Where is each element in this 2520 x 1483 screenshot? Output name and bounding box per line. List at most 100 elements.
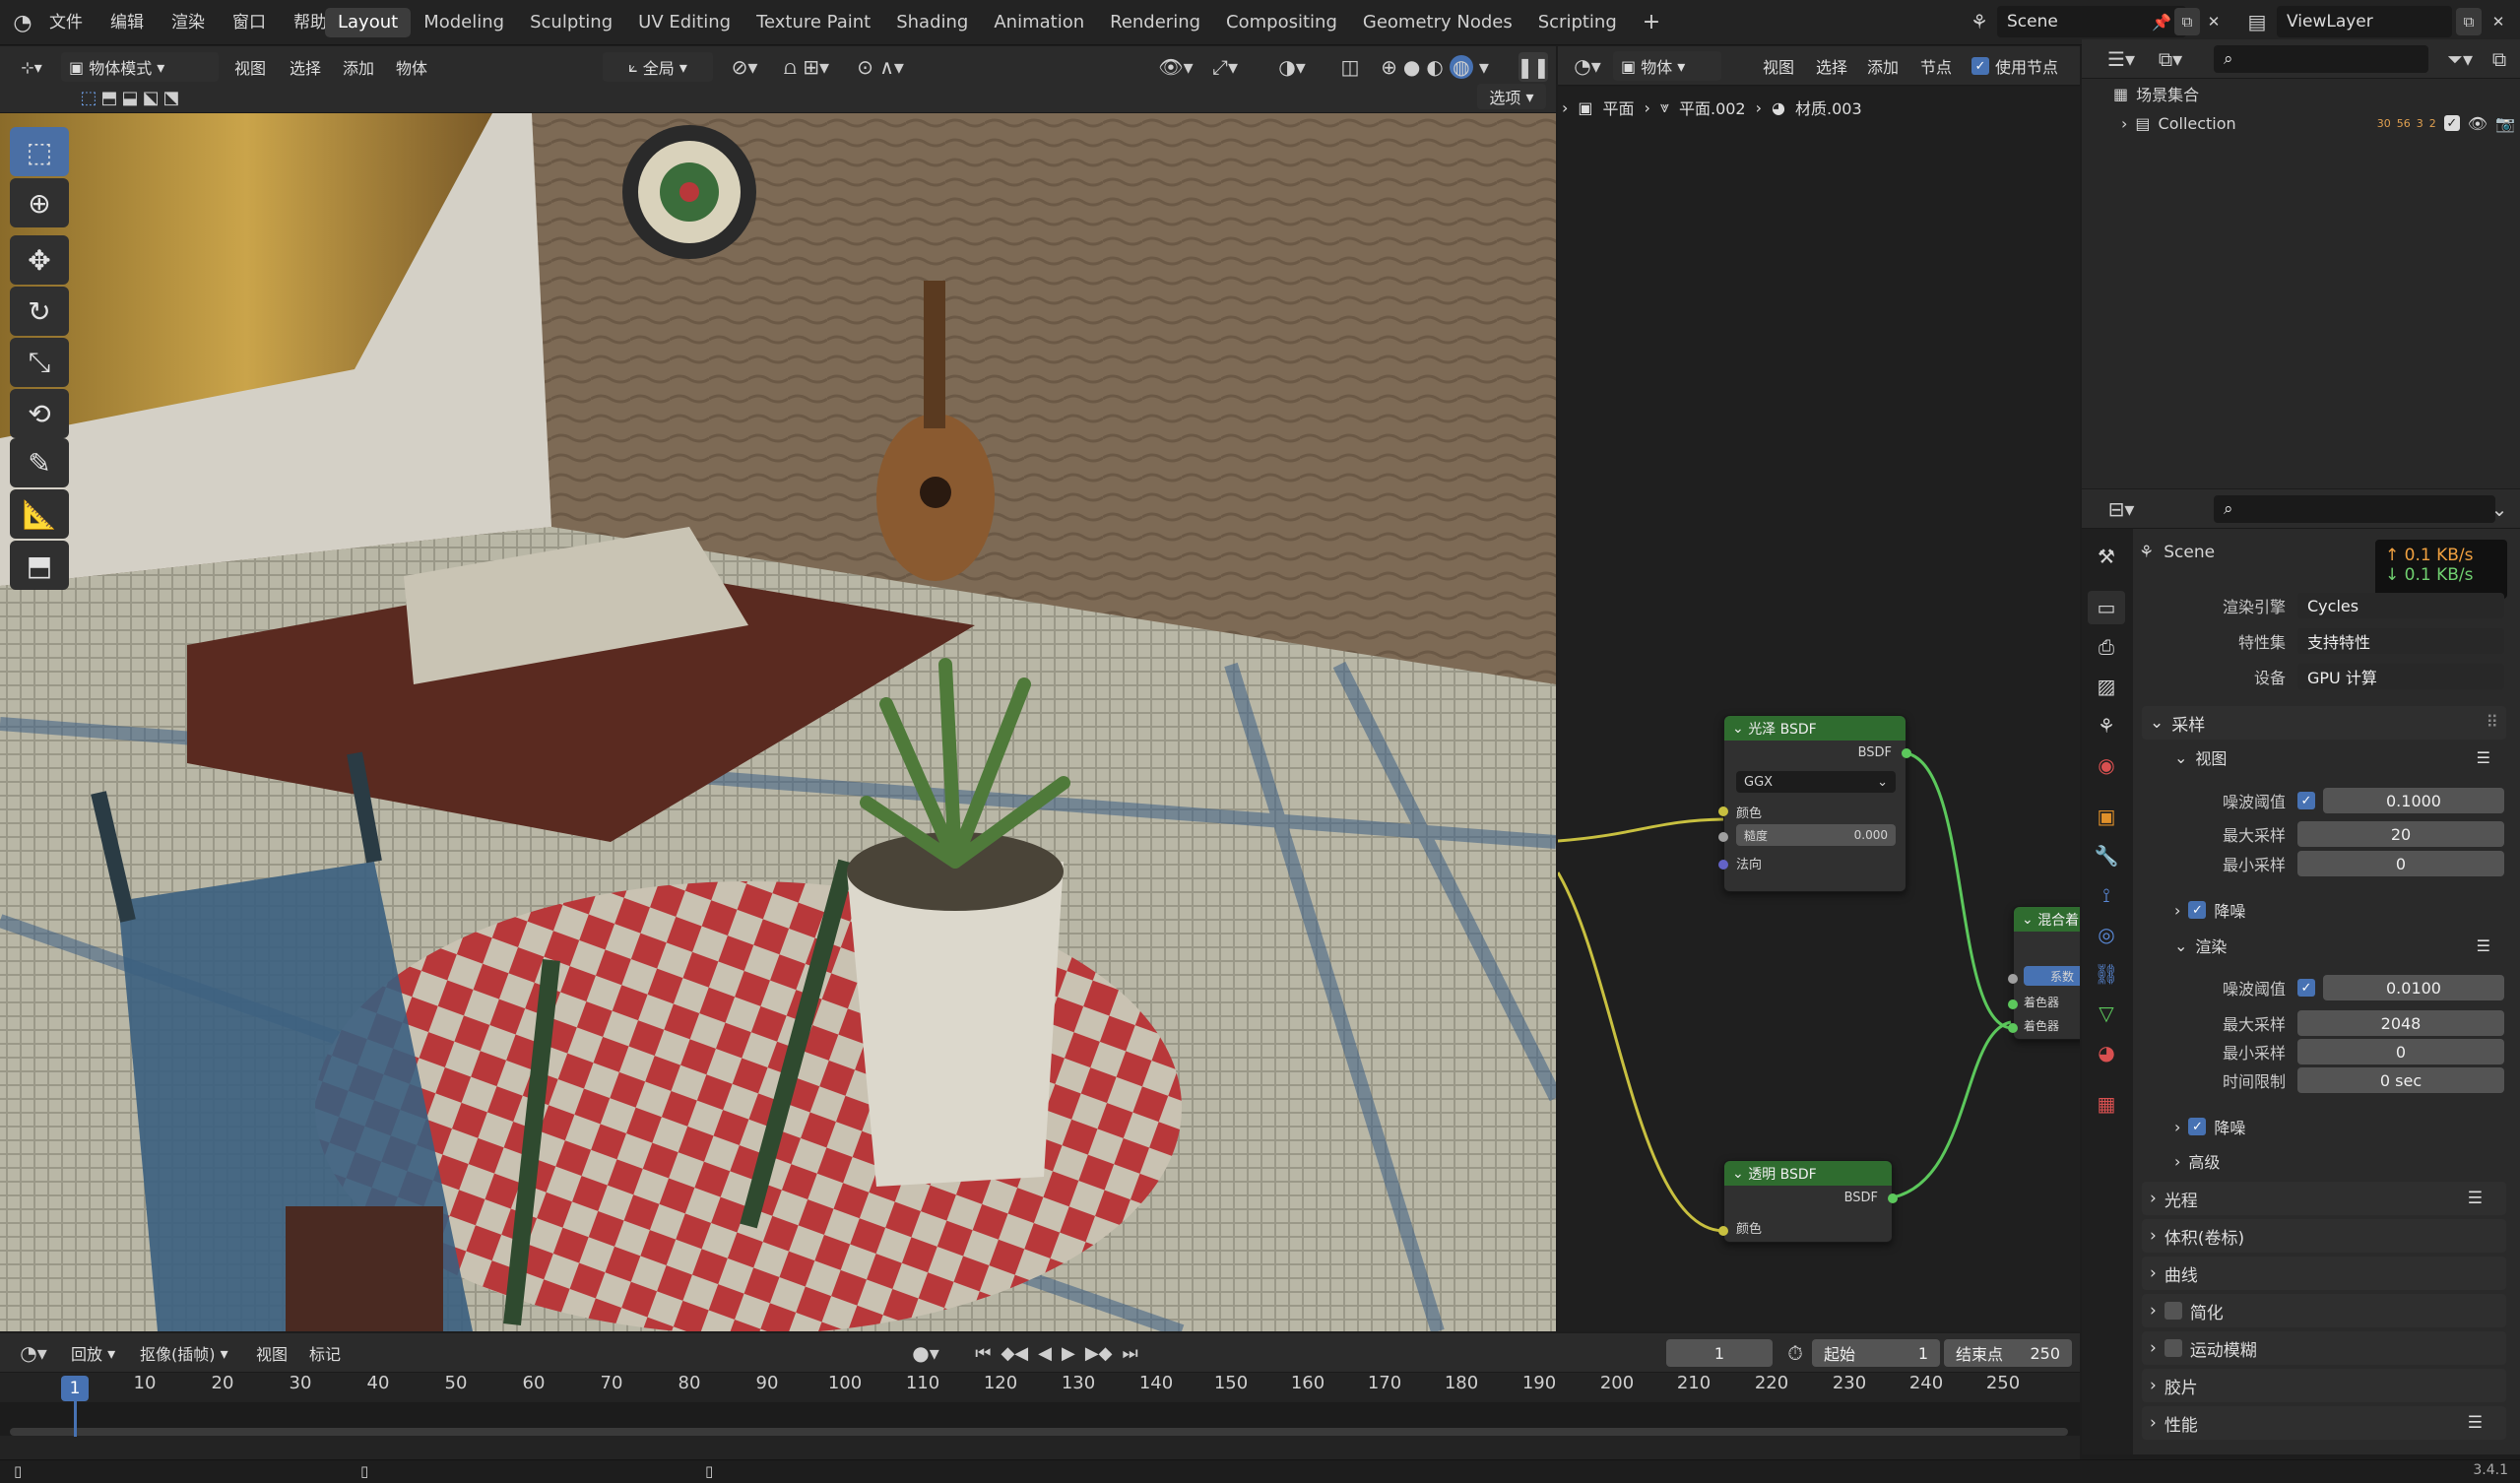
- delete-view-layer-icon[interactable]: ✕: [2486, 8, 2511, 35]
- vp-noise-field[interactable]: 0.1000: [2323, 788, 2504, 813]
- menu-window[interactable]: 窗口: [219, 0, 280, 45]
- exclude-checkbox[interactable]: ✓: [2443, 115, 2460, 131]
- prev-keyframe-icon[interactable]: ◆◀: [1001, 1343, 1028, 1364]
- expand-icon[interactable]: ›: [2121, 114, 2127, 133]
- outliner-type-icon[interactable]: ☰▾: [2101, 45, 2141, 73]
- simplify-checkbox[interactable]: [2164, 1302, 2182, 1320]
- tab-rendering[interactable]: Rendering: [1097, 8, 1213, 37]
- r-noise-field[interactable]: 0.0100: [2323, 975, 2504, 1000]
- menu-edit[interactable]: 编辑: [97, 0, 158, 45]
- chevron-down-icon[interactable]: ⌄: [2486, 495, 2513, 523]
- list-icon[interactable]: ☰: [2468, 1413, 2506, 1433]
- new-scene-icon[interactable]: ⧉: [2174, 8, 2200, 35]
- scale-tool[interactable]: ⤡: [10, 338, 69, 387]
- roughness-input-socket[interactable]: [1718, 832, 1728, 842]
- tab-compositing[interactable]: Compositing: [1213, 8, 1350, 37]
- playhead-frame[interactable]: 1: [61, 1376, 89, 1401]
- xray-icon[interactable]: ◫: [1335, 52, 1365, 82]
- current-frame-field[interactable]: 1: [1666, 1339, 1773, 1367]
- mix-node-header[interactable]: ⌄ 混合着: [2014, 907, 2080, 932]
- gizmo-icon[interactable]: ⤢▾: [1203, 52, 1247, 82]
- tab-geometry-nodes[interactable]: Geometry Nodes: [1350, 8, 1525, 37]
- viewport-subpanel-header[interactable]: ⌄ 视图 ☰: [2166, 742, 2506, 773]
- tab-scripting[interactable]: Scripting: [1525, 8, 1630, 37]
- tab-modeling[interactable]: Modeling: [411, 8, 517, 37]
- filter-icon[interactable]: ⏷▾: [2440, 45, 2480, 73]
- delete-scene-icon[interactable]: ✕: [2202, 8, 2226, 35]
- device-dropdown[interactable]: GPU 计算: [2297, 664, 2504, 689]
- node-editor-canvas[interactable]: › ▣ 平面 › ⩔ 平面.002 › ◕ 材质.003 ⌄ 光泽 BSDF B…: [1558, 87, 2080, 1331]
- rendered-shading-icon[interactable]: ◍: [1449, 55, 1473, 79]
- r-min-field[interactable]: 0: [2297, 1039, 2504, 1064]
- transparent-output-socket[interactable]: [1888, 1193, 1898, 1203]
- timeline-menu-view[interactable]: 视图: [256, 1339, 288, 1367]
- keying-dropdown[interactable]: 抠像(插帧) ▾: [140, 1339, 228, 1367]
- viewport-menu-view[interactable]: 视图: [234, 52, 266, 82]
- properties-search-input[interactable]: ⌕: [2214, 495, 2495, 523]
- pin-icon[interactable]: 📌: [2147, 6, 2176, 37]
- annotate-tool[interactable]: ✎: [10, 438, 69, 487]
- playback-dropdown[interactable]: 回放 ▾: [71, 1339, 115, 1367]
- tab-texture-paint[interactable]: Texture Paint: [743, 8, 883, 37]
- transform-tool[interactable]: ⟲: [10, 389, 69, 438]
- glossy-bsdf-node[interactable]: ⌄ 光泽 BSDF BSDF GGX ⌄ 颜色 糙度 0.000 法向: [1718, 715, 1911, 892]
- new-view-layer-icon[interactable]: ⧉: [2456, 8, 2482, 35]
- properties-type-icon[interactable]: ⊟▾: [2101, 495, 2141, 523]
- outliner-search-input[interactable]: ⌕: [2214, 45, 2428, 73]
- select-subtract-icon[interactable]: ⬓: [121, 88, 138, 108]
- menu-file[interactable]: 文件: [35, 0, 97, 45]
- texture-tab-icon[interactable]: ▦: [2088, 1087, 2125, 1121]
- constraints-tab-icon[interactable]: ⛓: [2088, 957, 2125, 991]
- use-nodes-checkbox[interactable]: ✓: [1971, 57, 1989, 75]
- sampling-panel-header[interactable]: ⌄ 采样 ⠿: [2142, 706, 2506, 740]
- collection-row[interactable]: › ▤ Collection 30 56 3 2 ✓ 👁 📷: [2121, 108, 2515, 138]
- transparent-bsdf-node[interactable]: ⌄ 透明 BSDF BSDF 颜色: [1718, 1160, 1898, 1243]
- jump-start-icon[interactable]: ⏮: [975, 1343, 991, 1364]
- film-panel[interactable]: › 胶片: [2142, 1369, 2506, 1402]
- object-tab-icon[interactable]: ▣: [2088, 800, 2125, 833]
- tab-animation[interactable]: Animation: [981, 8, 1097, 37]
- shading-options-icon[interactable]: ▾: [1479, 55, 1489, 79]
- select-intersect-icon[interactable]: ⬔: [163, 88, 180, 108]
- transparent-node-header[interactable]: ⌄ 透明 BSDF: [1724, 1161, 1892, 1186]
- node-menu-select[interactable]: 选择: [1816, 51, 1847, 81]
- overlay-icon[interactable]: ◑▾: [1270, 52, 1314, 82]
- timeline-type-icon[interactable]: ◔▾: [12, 1339, 55, 1367]
- list-icon[interactable]: ☰: [2468, 1189, 2506, 1208]
- scene-icon[interactable]: ⚘: [1960, 6, 1999, 37]
- cursor-tool[interactable]: ⊕: [10, 178, 69, 227]
- feature-set-dropdown[interactable]: 支持特性: [2297, 628, 2504, 654]
- r-max-field[interactable]: 2048: [2297, 1010, 2504, 1036]
- view-layer-field[interactable]: ViewLayer: [2277, 6, 2452, 37]
- r-denoise-checkbox[interactable]: ✓: [2188, 1118, 2207, 1135]
- camera-icon[interactable]: 📷: [2495, 114, 2515, 133]
- proportional-edit-icon[interactable]: ⊙ ∧▾: [851, 52, 910, 82]
- fac-input-socket[interactable]: [2008, 974, 2018, 984]
- modifier-tab-icon[interactable]: 🔧: [2088, 839, 2125, 872]
- playhead-line[interactable]: [74, 1401, 77, 1437]
- list-icon[interactable]: ☰: [2477, 936, 2506, 955]
- normal-input-socket[interactable]: [1718, 860, 1728, 870]
- pivot-icon[interactable]: ⊘▾: [725, 52, 764, 82]
- display-mode-icon[interactable]: ⧉▾: [2151, 45, 2190, 73]
- advanced-subpanel[interactable]: › 高级: [2166, 1145, 2506, 1177]
- light-paths-panel[interactable]: › 光程 ☰: [2142, 1182, 2506, 1215]
- tab-uv-editing[interactable]: UV Editing: [625, 8, 743, 37]
- r-noise-checkbox[interactable]: ✓: [2297, 979, 2315, 997]
- particles-tab-icon[interactable]: ⟟: [2088, 878, 2125, 912]
- simplify-panel[interactable]: › 简化: [2142, 1294, 2506, 1327]
- roughness-field[interactable]: 糙度 0.000: [1736, 824, 1896, 846]
- vp-max-field[interactable]: 20: [2297, 821, 2504, 847]
- play-icon[interactable]: ▶: [1062, 1343, 1075, 1364]
- tab-shading[interactable]: Shading: [883, 8, 981, 37]
- render-tab-icon[interactable]: ▭: [2088, 591, 2125, 624]
- wireframe-shading-icon[interactable]: ⊕: [1381, 55, 1397, 79]
- jump-end-icon[interactable]: ⏭: [1123, 1343, 1138, 1364]
- use-nodes-toggle[interactable]: ✓ 使用节点: [1971, 51, 2058, 81]
- scene-collection-row[interactable]: ▦ 场景集合: [2113, 79, 2199, 108]
- solid-shading-icon[interactable]: ●: [1403, 55, 1420, 79]
- distribution-dropdown[interactable]: GGX ⌄: [1736, 771, 1896, 793]
- viewport-menu-select[interactable]: 选择: [290, 52, 321, 82]
- visibility-icon[interactable]: 👁▾: [1154, 52, 1197, 82]
- shader1-input-socket[interactable]: [2008, 999, 2018, 1009]
